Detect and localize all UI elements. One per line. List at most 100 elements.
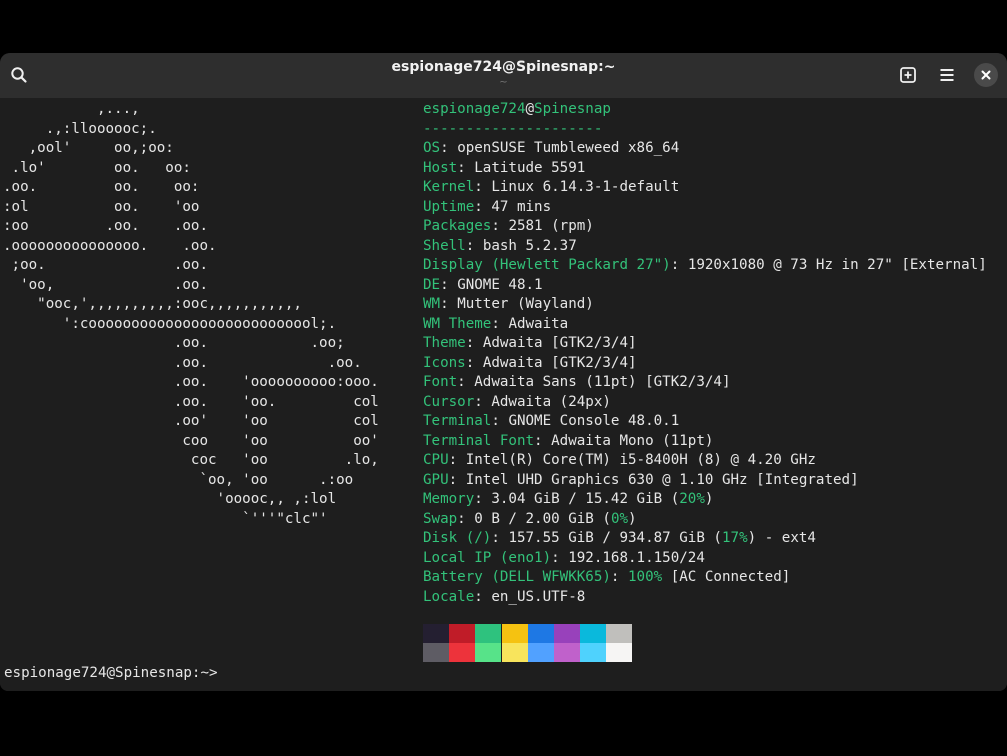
info-percent: 20% xyxy=(679,491,705,507)
info-key: Battery (DELL WFWKK65) xyxy=(423,569,611,585)
info-line: Theme: Adwaita [GTK2/3/4] xyxy=(423,335,637,351)
window-title: espionage724@Spinesnap:~ xyxy=(391,59,616,75)
logo-line: `'''"clc"' xyxy=(3,510,328,527)
info-line: Uptime: 47 mins xyxy=(423,198,552,215)
close-icon xyxy=(981,70,991,80)
color-swatch xyxy=(580,643,607,662)
info-value-suffix: ) xyxy=(628,510,637,527)
hamburger-menu-icon xyxy=(940,69,954,81)
info-line: OS: openSUSE Tumbleweed x86_64 xyxy=(423,140,680,156)
color-swatch xyxy=(449,624,476,643)
logo-line: coc 'oo .lo, xyxy=(3,452,379,468)
logo-line: .,:lloooooc;. xyxy=(3,120,157,137)
info-key: Memory xyxy=(423,491,475,507)
info-line: Host: Latitude 5591 xyxy=(423,159,586,176)
color-swatch xyxy=(501,624,528,643)
color-swatch xyxy=(554,624,580,643)
info-key: WM Theme xyxy=(423,315,492,332)
main-menu-button[interactable] xyxy=(933,61,961,89)
info-line: Battery (DELL WFWKK65): 100% [AC Connect… xyxy=(423,569,791,585)
info-value: Adwaita xyxy=(508,315,569,332)
info-line: DE: GNOME 48.1 xyxy=(423,276,543,293)
logo-line: .oo. oo. oo: xyxy=(3,179,200,195)
info-line: Font: Adwaita Sans (11pt) [GTK2/3/4] xyxy=(423,374,731,390)
logo-line: .oo. 'oooooooooo:ooo. xyxy=(3,374,379,390)
info-value: Adwaita [GTK2/3/4] xyxy=(482,335,637,351)
info-value: GNOME Console 48.0.1 xyxy=(508,413,680,429)
terminal-output[interactable]: ,..., .,:lloooooc;. ,ool' oo,;oo: .lo' o… xyxy=(0,98,1007,691)
info-key: Shell xyxy=(423,237,466,254)
logo-line: .oo. .oo; xyxy=(3,335,345,351)
info-value: Adwaita [GTK2/3/4] xyxy=(482,354,637,371)
info-value: GNOME 48.1 xyxy=(457,276,543,293)
new-tab-button[interactable] xyxy=(894,61,922,89)
logo-line: .oo. .oo. xyxy=(3,354,362,371)
logo-line: ,..., xyxy=(3,101,140,117)
info-value: Adwaita Sans (11pt) [GTK2/3/4] xyxy=(474,374,731,390)
info-value: en_US.UTF-8 xyxy=(491,588,586,605)
info-line: Terminal Font: Adwaita Mono (11pt) xyxy=(423,432,714,449)
color-swatch xyxy=(449,643,476,662)
logo-line: 'oo, .oo. xyxy=(3,276,208,293)
info-key: Cursor xyxy=(423,393,475,410)
info-key: Terminal xyxy=(423,413,492,429)
info-key: Font xyxy=(423,374,458,390)
color-swatch xyxy=(527,624,554,643)
info-key: Uptime xyxy=(423,198,475,215)
info-key: Host xyxy=(423,159,458,176)
logo-line: 'ooooc,, ,:lol xyxy=(3,491,337,507)
info-key: GPU xyxy=(423,471,449,488)
logo-line: .oo' 'oo col xyxy=(3,413,379,429)
info-line: GPU: Intel UHD Graphics 630 @ 1.10 GHz [… xyxy=(423,471,859,488)
color-swatch xyxy=(475,624,502,643)
info-value: Intel(R) Core(TM) i5-8400H (8) @ 4.20 GH… xyxy=(465,452,816,468)
info-line: Swap: 0 B / 2.00 GiB (0%) xyxy=(423,510,637,527)
info-line: Cursor: Adwaita (24px) xyxy=(423,393,611,410)
separator-line: --------------------- xyxy=(423,120,603,137)
color-swatch xyxy=(423,643,449,662)
info-line: Locale: en_US.UTF-8 xyxy=(423,588,586,605)
info-key: DE xyxy=(423,276,441,293)
info-line: Kernel: Linux 6.14.3-1-default xyxy=(423,179,680,195)
info-value: 0 B / 2.00 GiB ( xyxy=(474,510,611,527)
logo-line: .ooooooooooooooo. .oo. xyxy=(3,237,217,254)
info-value-suffix: ) - ext4 xyxy=(747,530,816,546)
logo-line: ,ool' oo,;oo: xyxy=(3,140,174,156)
logo-line: .lo' oo. oo: xyxy=(3,159,191,176)
color-swatch xyxy=(475,643,502,662)
logo-line: ;oo. .oo. xyxy=(3,257,208,273)
color-swatch xyxy=(527,643,554,662)
shell-prompt[interactable]: espionage724@Spinesnap:~> xyxy=(4,664,218,684)
close-button[interactable] xyxy=(972,61,1000,89)
info-key: Local IP (eno1) xyxy=(423,549,552,566)
info-key: Terminal Font xyxy=(423,432,535,449)
color-swatch xyxy=(580,624,607,643)
info-value: 1920x1080 @ 73 Hz in 27" [External] xyxy=(687,257,987,273)
color-swatch xyxy=(554,643,580,662)
info-percent: 0% xyxy=(610,510,629,527)
logo-line: coo 'oo oo' xyxy=(3,432,379,449)
info-line: CPU: Intel(R) Core(TM) i5-8400H (8) @ 4.… xyxy=(423,452,816,468)
new-tab-icon xyxy=(900,67,916,83)
info-value: Linux 6.14.3-1-default xyxy=(491,179,680,195)
info-percent: 17% xyxy=(721,530,748,546)
info-key: Packages xyxy=(423,218,492,234)
info-value-suffix: [AC Connected] xyxy=(662,569,791,585)
logo-line: `oo, 'oo .:oo xyxy=(3,471,354,488)
info-value: 3.04 GiB / 15.42 GiB ( xyxy=(491,491,680,507)
info-line: Local IP (eno1): 192.168.1.150/24 xyxy=(423,549,705,566)
info-key: Display (Hewlett Packard 27") xyxy=(423,257,671,273)
info-line: Memory: 3.04 GiB / 15.42 GiB (20%) xyxy=(423,491,714,507)
color-swatch xyxy=(501,643,528,662)
logo-line: :oo .oo. .oo. xyxy=(3,218,208,234)
info-line: WM Theme: Adwaita xyxy=(423,315,569,332)
info-value: 192.168.1.150/24 xyxy=(568,549,705,566)
info-key: Kernel xyxy=(423,179,475,195)
info-line: WM: Mutter (Wayland) xyxy=(423,296,594,312)
info-key: CPU xyxy=(423,452,449,468)
info-value: Mutter (Wayland) xyxy=(457,296,594,312)
info-key: Theme xyxy=(423,335,466,351)
info-line: Display (Hewlett Packard 27"): 1920x1080… xyxy=(423,257,987,273)
info-value: Adwaita Mono (11pt) xyxy=(551,432,714,449)
info-value: Intel UHD Graphics 630 @ 1.10 GHz [Integ… xyxy=(465,471,859,488)
